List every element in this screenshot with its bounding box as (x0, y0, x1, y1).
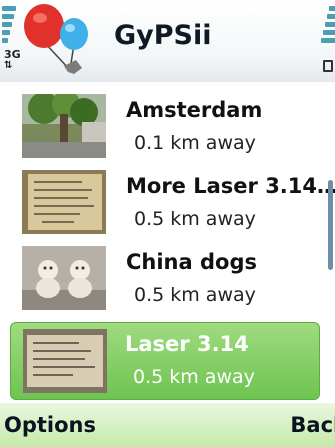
list-scrollbar[interactable] (328, 180, 333, 270)
item-distance: 0.5 km away (133, 366, 255, 388)
battery-level-icon (321, 6, 335, 46)
handwritten-note-photo-thumbnail (22, 170, 106, 234)
list-item[interactable]: China dogs 0.5 km away (0, 242, 322, 314)
network-indicator: 3G ⇅ (4, 49, 21, 71)
battery-icon (323, 60, 333, 72)
handwritten-sign-photo-thumbnail (23, 329, 107, 393)
data-transfer-icon: ⇅ (4, 60, 13, 71)
app-title: GyPSii (114, 20, 212, 51)
options-softkey[interactable]: Options (4, 413, 96, 437)
list-item-selected[interactable]: Laser 3.14 0.5 km away (10, 322, 320, 400)
app-logo-icon (24, 4, 88, 74)
item-distance: 0.5 km away (134, 284, 256, 306)
item-name: Amsterdam (126, 98, 263, 122)
item-name: Laser 3.14 (125, 332, 249, 356)
item-name: China dogs (126, 250, 257, 274)
softkey-bar: Options Back (0, 403, 335, 447)
item-distance: 0.1 km away (134, 132, 256, 154)
status-header: 3G ⇅ GyPSii (0, 0, 335, 82)
signal-strength-icon (2, 6, 16, 46)
list-item[interactable]: Amsterdam 0.1 km away (0, 90, 322, 162)
item-distance: 0.5 km away (134, 208, 256, 230)
porcelain-dogs-photo-thumbnail (22, 246, 106, 310)
back-softkey[interactable]: Back (290, 413, 335, 437)
tree-photo-thumbnail (22, 94, 106, 158)
list-item[interactable]: More Laser 3.14… 0.5 km away (0, 166, 335, 238)
item-name: More Laser 3.14… (126, 174, 335, 198)
